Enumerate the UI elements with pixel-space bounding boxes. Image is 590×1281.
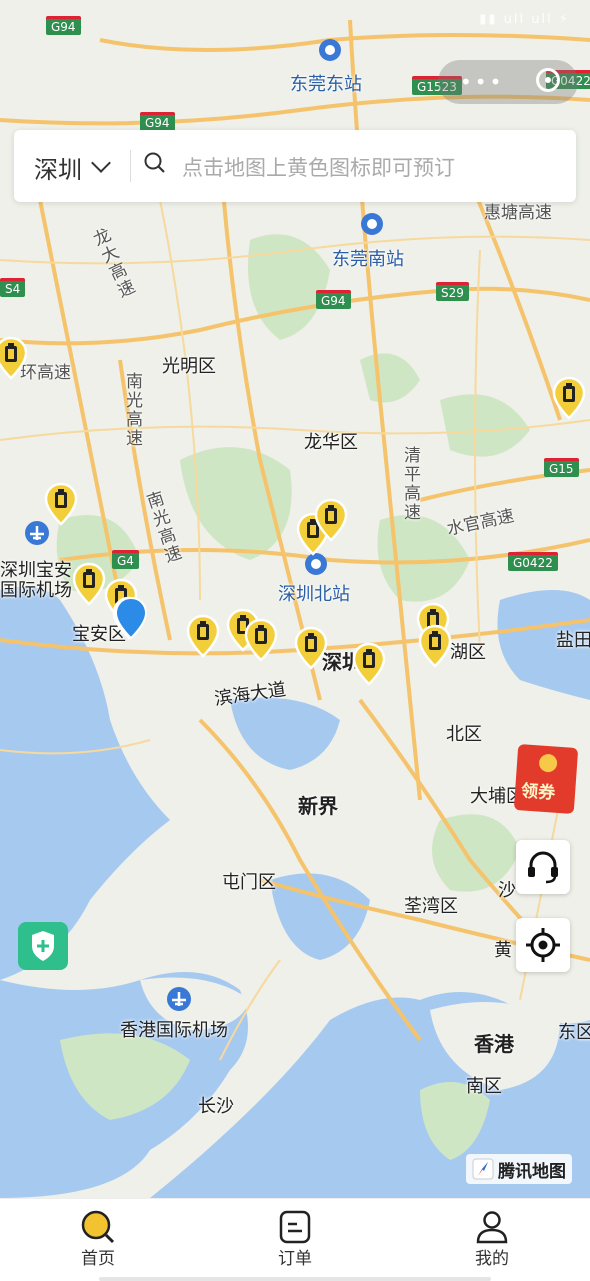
search-icon [144, 152, 165, 173]
map-label-tsuen-wan: 荃湾区 [404, 896, 458, 917]
locker-pin-icon [552, 376, 586, 420]
map-provider-name: 腾讯地图 [498, 1161, 566, 1182]
road-shield: S29 [436, 282, 469, 301]
map-label-changsha: 长沙 [198, 1096, 234, 1117]
mini-program-capsule[interactable]: ••• [438, 60, 578, 104]
locker-pin[interactable] [418, 624, 452, 668]
road-shield: S4 [0, 278, 26, 297]
road-shield: G4 [112, 550, 139, 569]
tab-orders-label: 订单 [278, 1249, 312, 1269]
coupon-button[interactable]: 领券 [513, 743, 579, 815]
map-label-shenzhen-north: 深圳北站 [278, 584, 350, 605]
tab-profile-label: 我的 [475, 1249, 509, 1269]
locker-pin-icon [314, 498, 348, 542]
road-shield: G0422 [508, 552, 558, 571]
map-label-yantian: 盐田 [556, 630, 590, 651]
map-label-new-territories: 新界 [298, 794, 338, 818]
status-bar: ▮▮ ull ull ⚡ [0, 0, 590, 40]
locker-pin[interactable] [44, 482, 78, 526]
search-input[interactable]: 点击地图上黄色图标即可预订 [182, 152, 455, 182]
locker-pin-icon [294, 626, 328, 670]
headset-icon [528, 851, 558, 884]
road-shield: G94 [316, 290, 351, 309]
locker-pin-icon [72, 562, 106, 606]
map-label-eastern: 东区 [558, 1022, 590, 1043]
map-label-dongguan-east: 东莞东站 [290, 74, 362, 95]
map-label-guangming: 光明区 [162, 356, 216, 377]
map-label-dongguan-south: 东莞南站 [332, 249, 404, 270]
locker-pin[interactable] [244, 618, 278, 662]
locker-pin-icon [44, 482, 78, 526]
tab-orders[interactable]: 订单 [197, 1199, 393, 1281]
map-label-hong-kong: 香港 [474, 1032, 514, 1056]
airport-icon [167, 987, 191, 1011]
map-label-hk-airport: 香港国际机场 [120, 1020, 228, 1041]
map-label-baoan-airport-2: 国际机场 [0, 580, 72, 601]
map-label-qingping-expressway: 清平高速 [400, 446, 420, 522]
map-label-huang: 黄 [494, 940, 512, 961]
map-label-nanguang-expressway: 南光高速 [122, 372, 142, 448]
tab-profile[interactable]: 我的 [394, 1199, 590, 1281]
map-label-southern: 南区 [466, 1076, 502, 1097]
safety-button[interactable] [18, 922, 68, 970]
road-shield: G15 [544, 458, 579, 477]
locker-pin-icon [352, 642, 386, 686]
locker-pin-icon [418, 624, 452, 668]
locker-pin[interactable] [314, 498, 348, 542]
tab-home[interactable]: 首页 [0, 1199, 196, 1281]
map-label-tuen-mun: 屯门区 [222, 872, 276, 893]
locate-icon [526, 928, 560, 962]
locker-pin[interactable] [0, 336, 28, 380]
locker-pin[interactable] [552, 376, 586, 420]
map-label-longhua: 龙华区 [304, 432, 358, 453]
user-icon [476, 1211, 508, 1244]
locker-pin-icon [0, 336, 28, 380]
train-station-icon [361, 213, 383, 235]
locate-button[interactable] [516, 918, 570, 972]
locker-pin[interactable] [294, 626, 328, 670]
locker-pin[interactable] [352, 642, 386, 686]
shield-plus-icon [32, 931, 54, 961]
close-icon[interactable] [536, 68, 560, 92]
locker-pin-icon [186, 614, 220, 658]
tab-bar: 首页 订单 我的 [0, 1198, 590, 1281]
tab-home-label: 首页 [81, 1249, 115, 1269]
coin-icon [538, 753, 558, 773]
status-icons: ▮▮ ull ull ⚡ [479, 12, 570, 27]
locker-pin-icon [244, 618, 278, 662]
train-station-icon [319, 39, 341, 61]
map-label-north-district: 北区 [446, 724, 482, 745]
coupon-label: 领券 [520, 781, 556, 804]
search-icon [81, 1210, 115, 1244]
order-icon [279, 1210, 311, 1244]
locker-pin[interactable] [72, 562, 106, 606]
chevron-down-icon[interactable] [91, 153, 111, 173]
search-bar[interactable]: 深圳 点击地图上黄色图标即可预订 [14, 130, 576, 202]
home-indicator [99, 1277, 491, 1281]
current-location-icon [114, 596, 148, 640]
map-label-sha: 沙 [498, 880, 516, 901]
tencent-map-icon [472, 1158, 494, 1180]
more-icon[interactable]: ••• [460, 70, 504, 94]
customer-service-button[interactable] [516, 840, 570, 894]
divider [130, 150, 131, 182]
road-shield: G94 [140, 112, 175, 131]
map-provider-logo: 腾讯地图 [466, 1154, 572, 1184]
locker-pin[interactable] [186, 614, 220, 658]
map-label-lake-district: 湖区 [450, 642, 486, 663]
city-selector[interactable]: 深圳 [34, 150, 82, 185]
